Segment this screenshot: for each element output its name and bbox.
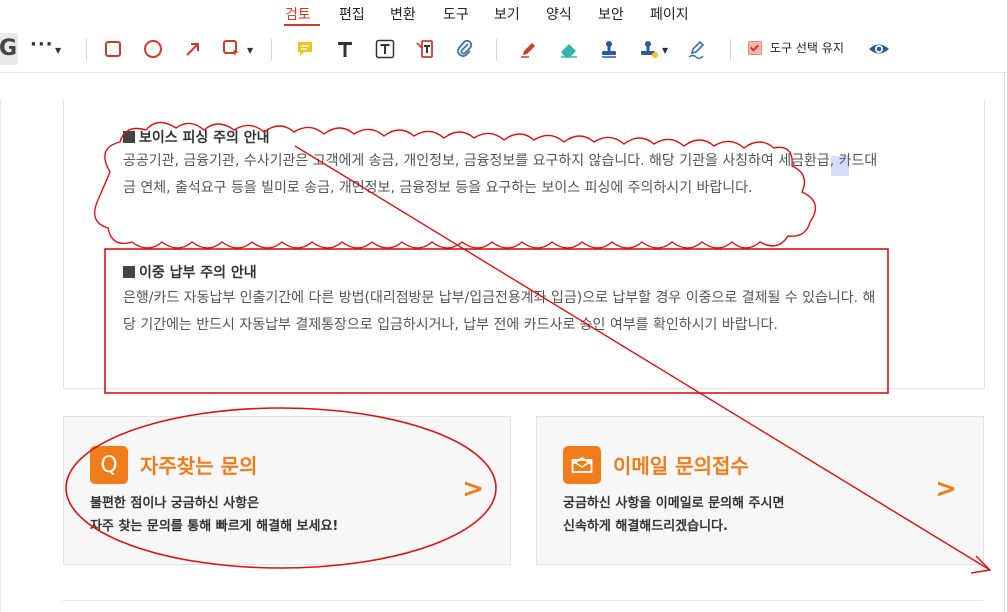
- chevron-down-icon[interactable]: ▼: [662, 46, 668, 55]
- faq-title: 자주찾는 문의: [140, 454, 258, 478]
- double-payment-body: 은행/카드 자동납부 인출기간에 다른 방법(대리점방문 납부/입금전용계좌 입…: [123, 290, 876, 333]
- toolbar-divider: [730, 39, 731, 61]
- rectangle-icon[interactable]: [100, 36, 126, 62]
- keep-tool-checkbox[interactable]: [748, 40, 762, 55]
- faq-icon: Q: [90, 446, 128, 484]
- keep-tool-label: 도구 선택 유지: [770, 41, 844, 55]
- text-icon[interactable]: [332, 36, 358, 62]
- eye-icon[interactable]: [866, 36, 892, 62]
- menu-page[interactable]: 페이지: [650, 4, 689, 24]
- menu-form[interactable]: 양식: [546, 4, 572, 24]
- callout-icon[interactable]: [412, 36, 438, 62]
- menu-view[interactable]: 보기: [494, 4, 520, 24]
- arrow-icon[interactable]: [180, 36, 206, 62]
- menu-security[interactable]: 보안: [598, 4, 624, 24]
- eraser-icon[interactable]: [556, 36, 582, 62]
- partial-tool-button[interactable]: G: [0, 33, 18, 65]
- email-inquiry-description: 궁금하신 사항을 이메일로 문의해 주시면 신속하게 해결해드리겠습니다.: [563, 496, 785, 534]
- toolbar-divider: [496, 39, 497, 61]
- voice-phishing-heading: 보이스 피싱 주의 안내: [123, 127, 270, 147]
- keep-tool-toggle[interactable]: 도구 선택 유지: [748, 39, 844, 56]
- chevron-down-icon[interactable]: ▼: [247, 46, 253, 55]
- attach-icon[interactable]: [452, 36, 478, 62]
- email-inquiry-card[interactable]: 이메일 문의접수 궁금하신 사항을 이메일로 문의해 주시면 신속하게 해결해드…: [536, 416, 984, 565]
- pencil-icon[interactable]: [516, 36, 542, 62]
- section-divider: [63, 600, 983, 601]
- more-tools-button[interactable]: ···: [30, 34, 54, 55]
- page-edge-left: [0, 100, 1, 612]
- sign-icon[interactable]: [684, 36, 710, 62]
- annotation-toolbar: G ··· ▼ ▼ ▼ 도구 선택 유지: [0, 30, 1007, 70]
- sticky-note-icon[interactable]: [292, 36, 318, 62]
- menu-edit[interactable]: 편집: [339, 4, 365, 24]
- stamp-dropdown-icon[interactable]: [636, 36, 662, 62]
- toolbar-border: [0, 72, 1007, 73]
- text-selection-highlight: [831, 156, 849, 176]
- voice-phishing-body: 공공기관, 금융기관, 수사기관은 고객에게 송금, 개인정보, 금융정보를 요…: [123, 153, 878, 196]
- menu-review[interactable]: 검토: [285, 4, 311, 24]
- toolbar-divider: [86, 39, 87, 61]
- textbox-icon[interactable]: [372, 36, 398, 62]
- email-arrow-icon[interactable]: >: [935, 474, 957, 504]
- faq-arrow-icon[interactable]: >: [462, 474, 484, 504]
- email-inquiry-title: 이메일 문의접수: [613, 454, 749, 478]
- square-bullet-icon: [123, 266, 135, 278]
- menu-bar: 검토 편집 변환 도구 보기 양식 보안 페이지: [0, 0, 1007, 28]
- chevron-down-icon[interactable]: ▼: [55, 46, 61, 55]
- stamp-icon[interactable]: [596, 36, 622, 62]
- square-bullet-icon: [123, 131, 135, 143]
- ellipse-icon[interactable]: [140, 36, 166, 62]
- menu-convert[interactable]: 변환: [390, 4, 416, 24]
- faq-description: 불편한 점이나 궁금하신 사항은 자주 찾는 문의를 통해 빠르게 해결해 보세…: [90, 496, 339, 534]
- double-payment-heading: 이중 납부 주의 안내: [123, 262, 257, 282]
- stamp-shape-icon[interactable]: [219, 36, 245, 62]
- menu-tools[interactable]: 도구: [443, 4, 469, 24]
- active-tab-underline: [284, 24, 320, 26]
- envelope-icon: [563, 446, 601, 484]
- toolbar-divider: [271, 39, 272, 61]
- page-edge-right: [1004, 73, 1005, 612]
- faq-card[interactable]: Q 자주찾는 문의 불편한 점이나 궁금하신 사항은 자주 찾는 문의를 통해 …: [63, 416, 511, 565]
